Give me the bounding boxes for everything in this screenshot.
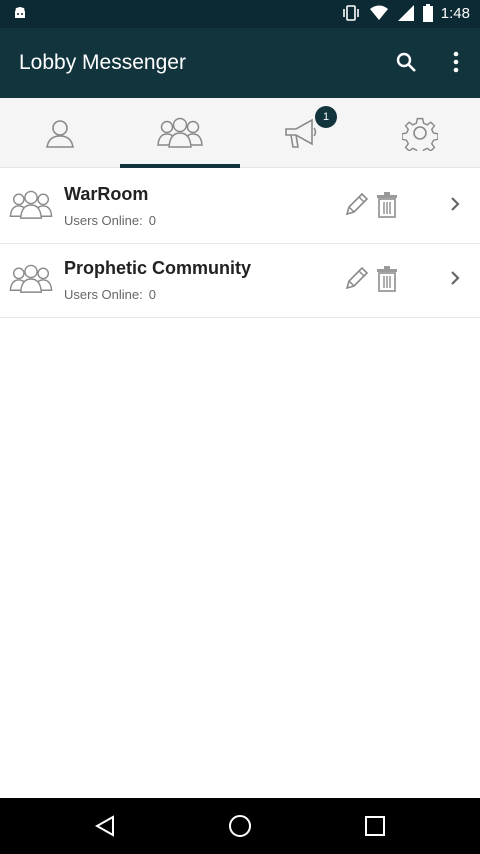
tab-lobbies[interactable] xyxy=(120,98,240,168)
group-icon xyxy=(9,190,53,219)
search-icon xyxy=(396,52,416,72)
pencil-icon[interactable] xyxy=(343,192,369,218)
recents-icon xyxy=(365,816,385,836)
status-bar: 1:48 xyxy=(0,0,480,28)
home-button[interactable] xyxy=(226,812,254,840)
more-options-button[interactable] xyxy=(442,48,470,76)
group-icon xyxy=(9,264,53,293)
lobby-title: WarRoom xyxy=(64,184,149,204)
back-icon xyxy=(94,815,114,837)
lobby-list: WarRoom Users Online: 0 Prophetic Commun… xyxy=(0,170,480,318)
tab-broadcast[interactable] xyxy=(240,98,360,168)
search-button[interactable] xyxy=(392,48,420,76)
trash-icon[interactable] xyxy=(376,192,398,218)
lobby-title: Prophetic Community xyxy=(64,258,252,278)
more-vert-icon xyxy=(453,51,459,73)
users-online-count: 0 xyxy=(148,287,156,302)
pencil-icon[interactable] xyxy=(343,266,369,292)
gear-icon xyxy=(402,117,438,151)
recents-button[interactable] xyxy=(361,812,389,840)
megaphone-icon xyxy=(285,118,317,148)
signal-icon xyxy=(397,5,414,21)
tab-bar xyxy=(0,98,480,168)
chevron-right-icon[interactable] xyxy=(449,195,461,213)
vibrate-icon xyxy=(342,5,359,21)
system-nav-bar xyxy=(0,798,480,854)
app-title: Lobby Messenger xyxy=(19,51,186,74)
android-notification-icon xyxy=(15,7,25,18)
status-time: 1:48 xyxy=(440,4,470,22)
broadcast-badge: 1 xyxy=(315,106,337,128)
group-icon xyxy=(157,117,203,148)
chevron-right-icon[interactable] xyxy=(449,269,461,287)
users-online-count: 0 xyxy=(148,213,156,228)
users-online-label: Users Online: xyxy=(64,287,143,302)
users-online-label: Users Online: xyxy=(64,213,143,228)
trash-icon[interactable] xyxy=(376,266,398,292)
users-online: Users Online: 0 xyxy=(64,287,162,302)
battery-icon xyxy=(422,4,433,22)
list-item[interactable]: WarRoom Users Online: 0 xyxy=(0,170,480,244)
tab-settings[interactable] xyxy=(360,98,480,168)
tab-contacts[interactable] xyxy=(0,98,120,168)
tab-selected-indicator xyxy=(120,164,240,168)
app-bar: Lobby Messenger xyxy=(0,28,480,98)
back-button[interactable] xyxy=(91,812,119,840)
wifi-icon xyxy=(369,5,388,20)
home-icon xyxy=(229,815,251,837)
person-icon xyxy=(46,120,74,148)
list-item[interactable]: Prophetic Community Users Online: 0 xyxy=(0,244,480,318)
users-online: Users Online: 0 xyxy=(64,213,162,228)
